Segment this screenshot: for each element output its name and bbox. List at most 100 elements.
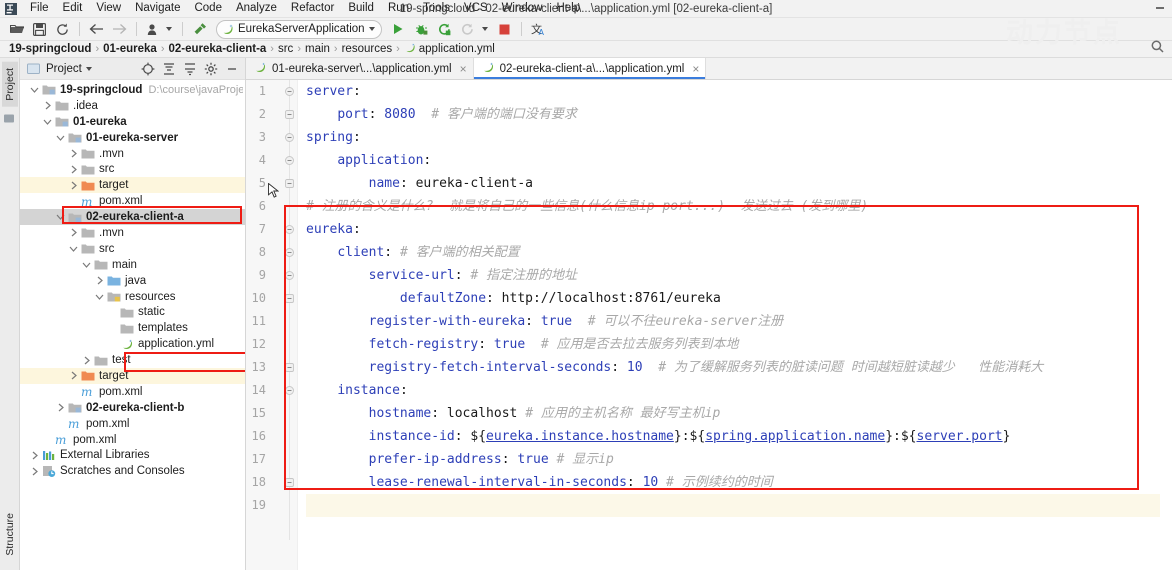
tree-node-src[interactable]: src — [20, 241, 245, 257]
search-icon[interactable] — [1151, 40, 1164, 58]
chevron-right-icon[interactable] — [93, 274, 106, 287]
breadcrumb-item-02-eureka-client-a[interactable]: 02-eureka-client-a — [165, 43, 271, 55]
collapse-all-icon[interactable] — [160, 60, 178, 78]
minimize-button[interactable] — [1150, 0, 1170, 16]
fold-collapse-icon[interactable] — [284, 379, 295, 402]
code-line-1[interactable]: server: — [306, 80, 1172, 103]
code-line-19[interactable] — [306, 494, 1172, 517]
code-line-16[interactable]: instance-id: ${eureka.instance.hostname}… — [306, 425, 1172, 448]
tree-node-pom-xml[interactable]: m pom.xml — [20, 432, 245, 448]
menu-item-view[interactable]: View — [89, 0, 128, 17]
breadcrumb-item-main[interactable]: main — [301, 43, 334, 55]
run-configuration-selector[interactable]: EurekaServerApplication — [216, 19, 382, 39]
menu-item-code[interactable]: Code — [187, 0, 229, 17]
run-config-caret-icon[interactable] — [368, 27, 375, 31]
project-panel-caret-icon[interactable] — [85, 66, 92, 71]
back-arrow-icon[interactable] — [86, 20, 107, 39]
menu-item-navigate[interactable]: Navigate — [128, 0, 187, 17]
code-line-17[interactable]: prefer-ip-address: true # 显示ip — [306, 448, 1172, 471]
fold-end-icon[interactable] — [284, 103, 295, 126]
tree-node-pom-xml[interactable]: m pom.xml — [20, 416, 245, 432]
code-line-9[interactable]: service-url: # 指定注册的地址 — [306, 264, 1172, 287]
breadcrumb-item-01-eureka[interactable]: 01-eureka — [99, 43, 161, 55]
menu-item-window[interactable]: Window — [495, 0, 550, 17]
rerun-icon[interactable] — [457, 20, 478, 39]
breadcrumb-item-application-yml[interactable]: application.yml — [400, 42, 499, 57]
chevron-down-icon[interactable] — [41, 115, 54, 128]
editor-gutter[interactable]: 1 2 3 4 5 6 7 8 9 10 11 12 13 14 15 16 17 18 19 — [246, 80, 298, 570]
translate-icon[interactable]: 文A — [528, 20, 549, 39]
expand-all-icon[interactable] — [181, 60, 199, 78]
menu-bar[interactable]: File Edit View Navigate Code Analyze Refactor B… — [23, 0, 587, 17]
tree-node-01-eureka[interactable]: 01-eureka — [20, 114, 245, 130]
chevron-right-icon[interactable] — [28, 449, 41, 462]
debug-icon[interactable] — [411, 20, 432, 39]
forward-arrow-icon[interactable] — [109, 20, 130, 39]
editor-tab-2[interactable]: 02-eureka-client-a\...\application.yml × — [473, 58, 707, 79]
rerun-dropdown-caret-icon[interactable] — [481, 27, 488, 31]
tree-node-02-eureka-client-a[interactable]: 02-eureka-client-a — [20, 209, 245, 226]
chevron-down-icon[interactable] — [54, 131, 67, 144]
close-icon[interactable]: × — [692, 62, 699, 76]
code-content[interactable]: server: port: 8080 # 客户端的端口没有要求 spring: a… — [298, 80, 1172, 570]
chevron-down-icon[interactable] — [67, 242, 80, 255]
tool-window-tab-project[interactable]: Project — [1, 62, 18, 107]
profile-icon[interactable] — [143, 20, 164, 39]
chevron-down-icon[interactable] — [93, 290, 106, 303]
tree-node-pom-xml[interactable]: m pom.xml — [20, 193, 245, 209]
tree-node-target[interactable]: target — [20, 368, 245, 384]
tree-node--idea[interactable]: .idea — [20, 98, 245, 114]
profile-dropdown-caret-icon[interactable] — [166, 27, 172, 31]
fold-end-icon[interactable] — [284, 287, 295, 310]
tree-node-external-libraries[interactable]: External Libraries — [20, 447, 245, 463]
tree-node-01-eureka-server[interactable]: 01-eureka-server — [20, 130, 245, 146]
menu-item-run[interactable]: Run — [381, 0, 416, 17]
menu-item-build[interactable]: Build — [341, 0, 381, 17]
fold-collapse-icon[interactable] — [284, 264, 295, 287]
tree-node-java[interactable]: java — [20, 273, 245, 289]
fold-end-icon[interactable] — [284, 471, 295, 494]
tree-node-resources[interactable]: resources — [20, 289, 245, 305]
tree-node--mvn[interactable]: .mvn — [20, 225, 245, 241]
build-hammer-icon[interactable] — [189, 20, 210, 39]
fold-collapse-icon[interactable] — [284, 126, 295, 149]
gear-icon[interactable] — [202, 60, 220, 78]
code-line-11[interactable]: register-with-eureka: true # 可以不往eureka-… — [306, 310, 1172, 333]
code-line-2[interactable]: port: 8080 # 客户端的端口没有要求 — [306, 103, 1172, 126]
breadcrumb-item-src[interactable]: src — [274, 43, 297, 55]
project-tree[interactable]: 19-springcloud D:\course\javaProject\ .ide… — [20, 80, 245, 570]
fold-collapse-icon[interactable] — [284, 241, 295, 264]
chevron-down-icon[interactable] — [54, 211, 67, 224]
menu-item-analyze[interactable]: Analyze — [229, 0, 284, 17]
code-line-13[interactable]: registry-fetch-interval-seconds: 10 # 为了… — [306, 356, 1172, 379]
code-line-5[interactable]: name: eureka-client-a — [306, 172, 1172, 195]
tree-node-static[interactable]: static — [20, 304, 245, 320]
chevron-right-icon[interactable] — [67, 369, 80, 382]
code-line-4[interactable]: application: — [306, 149, 1172, 172]
fold-end-icon[interactable] — [284, 356, 295, 379]
breadcrumb-item-resources[interactable]: resources — [338, 43, 397, 55]
menu-item-edit[interactable]: Edit — [56, 0, 90, 17]
code-line-10[interactable]: defaultZone: http://localhost:8761/eurek… — [306, 287, 1172, 310]
tree-node-test[interactable]: test — [20, 352, 245, 368]
code-editor[interactable]: 1 2 3 4 5 6 7 8 9 10 11 12 13 14 15 16 17 18 19 server: po… — [246, 80, 1172, 570]
code-line-14[interactable]: instance: — [306, 379, 1172, 402]
tree-node-pom-xml[interactable]: m pom.xml — [20, 384, 245, 400]
chevron-right-icon[interactable] — [80, 354, 93, 367]
target-locate-icon[interactable] — [139, 60, 157, 78]
tool-window-tab-structure[interactable]: Structure — [2, 507, 18, 562]
tree-node-main[interactable]: main — [20, 257, 245, 273]
sync-icon[interactable] — [52, 20, 73, 39]
save-all-icon[interactable] — [29, 20, 50, 39]
chevron-right-icon[interactable] — [67, 147, 80, 160]
chevron-right-icon[interactable] — [41, 99, 54, 112]
project-panel-title-group[interactable]: Project — [24, 60, 92, 78]
code-line-15[interactable]: hostname: localhost # 应用的主机名称 最好写主机ip — [306, 402, 1172, 425]
tree-node-target[interactable]: target — [20, 177, 245, 194]
tree-node-19-springcloud[interactable]: 19-springcloud D:\course\javaProject\ — [20, 82, 245, 98]
stop-icon[interactable] — [494, 20, 515, 39]
run-with-coverage-icon[interactable] — [434, 20, 455, 39]
menu-item-tools[interactable]: Tools — [416, 0, 457, 17]
tree-node-scratches-and-consoles[interactable]: Scratches and Consoles — [20, 463, 245, 479]
code-line-3[interactable]: spring: — [306, 126, 1172, 149]
